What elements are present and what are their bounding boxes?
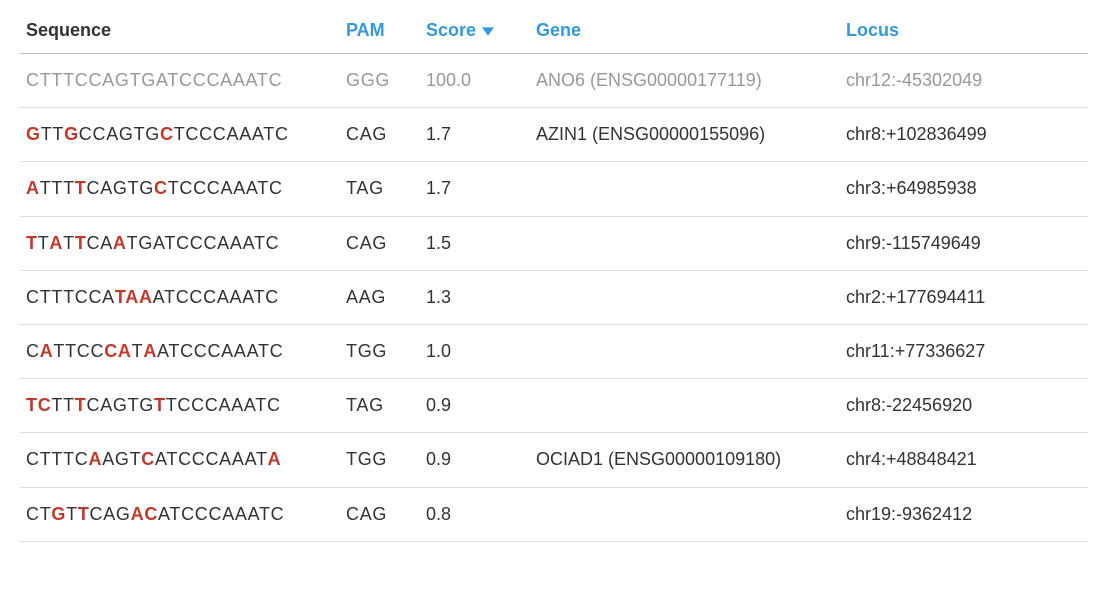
mismatch-base: A — [143, 341, 157, 361]
pam-cell: TGG — [340, 324, 420, 378]
locus-cell: chr3:+64985938 — [840, 162, 1088, 216]
mismatch-base: A — [88, 449, 102, 469]
score-cell: 1.5 — [420, 216, 530, 270]
mismatch-base: A — [40, 341, 54, 361]
mismatch-base: G — [26, 124, 41, 144]
locus-cell: chr11:+77336627 — [840, 324, 1088, 378]
table-header-row: Sequence PAM Score Gene Locus — [20, 10, 1088, 54]
table-row: TCTTTCAGTGTTCCCAAATCTAG0.9chr8:-22456920 — [20, 379, 1088, 433]
pam-cell: TAG — [340, 162, 420, 216]
column-header-locus[interactable]: Locus — [840, 10, 1088, 54]
mismatch-base: TC — [26, 395, 51, 415]
mismatch-base: T — [75, 178, 87, 198]
gene-cell: AZIN1 (ENSG00000155096) — [530, 108, 840, 162]
score-cell: 1.0 — [420, 324, 530, 378]
locus-cell: chr8:+102836499 — [840, 108, 1088, 162]
mismatch-base: T — [154, 395, 166, 415]
table-row: CTTTCCATAAATCCCAAATCAAG1.3 chr2:+17769441… — [20, 270, 1088, 324]
gene-cell — [530, 270, 840, 324]
mismatch-base: T — [75, 395, 87, 415]
locus-cell: chr19:-9362412 — [840, 487, 1088, 541]
pam-cell: AAG — [340, 270, 420, 324]
column-header-score[interactable]: Score — [420, 10, 530, 54]
gene-cell — [530, 216, 840, 270]
sequence-cell: CTGTTCAGACATCCCAAATC — [20, 487, 340, 541]
table-row: CATTCCCATAATCCCAAATCTGG1.0chr11:+7733662… — [20, 324, 1088, 378]
score-cell: 1.3 — [420, 270, 530, 324]
table-row: TTATTCAATGATCCCAAATCCAG1.5chr9:-11574964… — [20, 216, 1088, 270]
locus-cell: chr12:-45302049 — [840, 54, 1088, 108]
score-cell: 1.7 — [420, 162, 530, 216]
mismatch-base: G — [64, 124, 79, 144]
pam-cell: CAG — [340, 487, 420, 541]
mismatch-base: CA — [104, 341, 131, 361]
sort-desc-icon — [482, 25, 494, 37]
sequence-cell: CTTTCAAGTCATCCCAAATA — [20, 433, 340, 487]
gene-cell — [530, 324, 840, 378]
sequence-cell: TTATTCAATGATCCCAAATC — [20, 216, 340, 270]
score-cell: 0.8 — [420, 487, 530, 541]
column-header-sequence: Sequence — [20, 10, 340, 54]
table-row: ATTTTCAGTGCTCCCAAATCTAG1.7chr3:+64985938 — [20, 162, 1088, 216]
mismatch-base: AC — [131, 504, 158, 524]
pam-cell: TAG — [340, 379, 420, 433]
mismatch-base: A — [113, 233, 127, 253]
column-header-pam[interactable]: PAM — [340, 10, 420, 54]
mismatch-base: A — [26, 178, 40, 198]
locus-cell: chr2:+177694411 — [840, 270, 1088, 324]
locus-cell: chr4:+48848421 — [840, 433, 1088, 487]
gene-cell — [530, 379, 840, 433]
sequence-cell: GTTGCCAGTGCTCCCAAATC — [20, 108, 340, 162]
score-cell: 0.9 — [420, 379, 530, 433]
sequence-cell: CTTTCCAGTGATCCCAAATC — [20, 54, 340, 108]
score-cell: 1.7 — [420, 108, 530, 162]
mismatch-base: C — [160, 124, 174, 144]
mismatch-base: T — [78, 504, 90, 524]
sequence-cell: CTTTCCATAAATCCCAAATC — [20, 270, 340, 324]
score-cell: 0.9 — [420, 433, 530, 487]
table-row: CTTTCCAGTGATCCCAAATCGGG100.0ANO6 (ENSG00… — [20, 54, 1088, 108]
gene-cell: OCIAD1 (ENSG00000109180) — [530, 433, 840, 487]
table-row: CTGTTCAGACATCCCAAATCCAG0.8chr19:-9362412 — [20, 487, 1088, 541]
pam-cell: TGG — [340, 433, 420, 487]
score-cell: 100.0 — [420, 54, 530, 108]
gene-cell — [530, 487, 840, 541]
sequence-cell: TCTTTCAGTGTTCCCAAATC — [20, 379, 340, 433]
mismatch-base: A — [268, 449, 282, 469]
mismatch-base: C — [141, 449, 155, 469]
mismatch-base: G — [51, 504, 66, 524]
mismatch-base: T — [26, 233, 38, 253]
pam-cell: CAG — [340, 108, 420, 162]
pam-cell: GGG — [340, 54, 420, 108]
sequence-cell: CATTCCCATAATCCCAAATC — [20, 324, 340, 378]
sequence-cell: ATTTTCAGTGCTCCCAAATC — [20, 162, 340, 216]
locus-cell: chr8:-22456920 — [840, 379, 1088, 433]
mismatch-base: C — [154, 178, 168, 198]
table-row: GTTGCCAGTGCTCCCAAATCCAG1.7AZIN1 (ENSG000… — [20, 108, 1088, 162]
mismatch-base: A — [49, 233, 63, 253]
mismatch-base: TAA — [115, 287, 153, 307]
offtarget-table: Sequence PAM Score Gene Locus CTTTCCAGTG… — [20, 10, 1088, 542]
pam-cell: CAG — [340, 216, 420, 270]
table-row: CTTTCAAGTCATCCCAAATATGG0.9OCIAD1 (ENSG00… — [20, 433, 1088, 487]
column-header-gene[interactable]: Gene — [530, 10, 840, 54]
mismatch-base: T — [75, 233, 87, 253]
locus-cell: chr9:-115749649 — [840, 216, 1088, 270]
gene-cell — [530, 162, 840, 216]
gene-cell: ANO6 (ENSG00000177119) — [530, 54, 840, 108]
